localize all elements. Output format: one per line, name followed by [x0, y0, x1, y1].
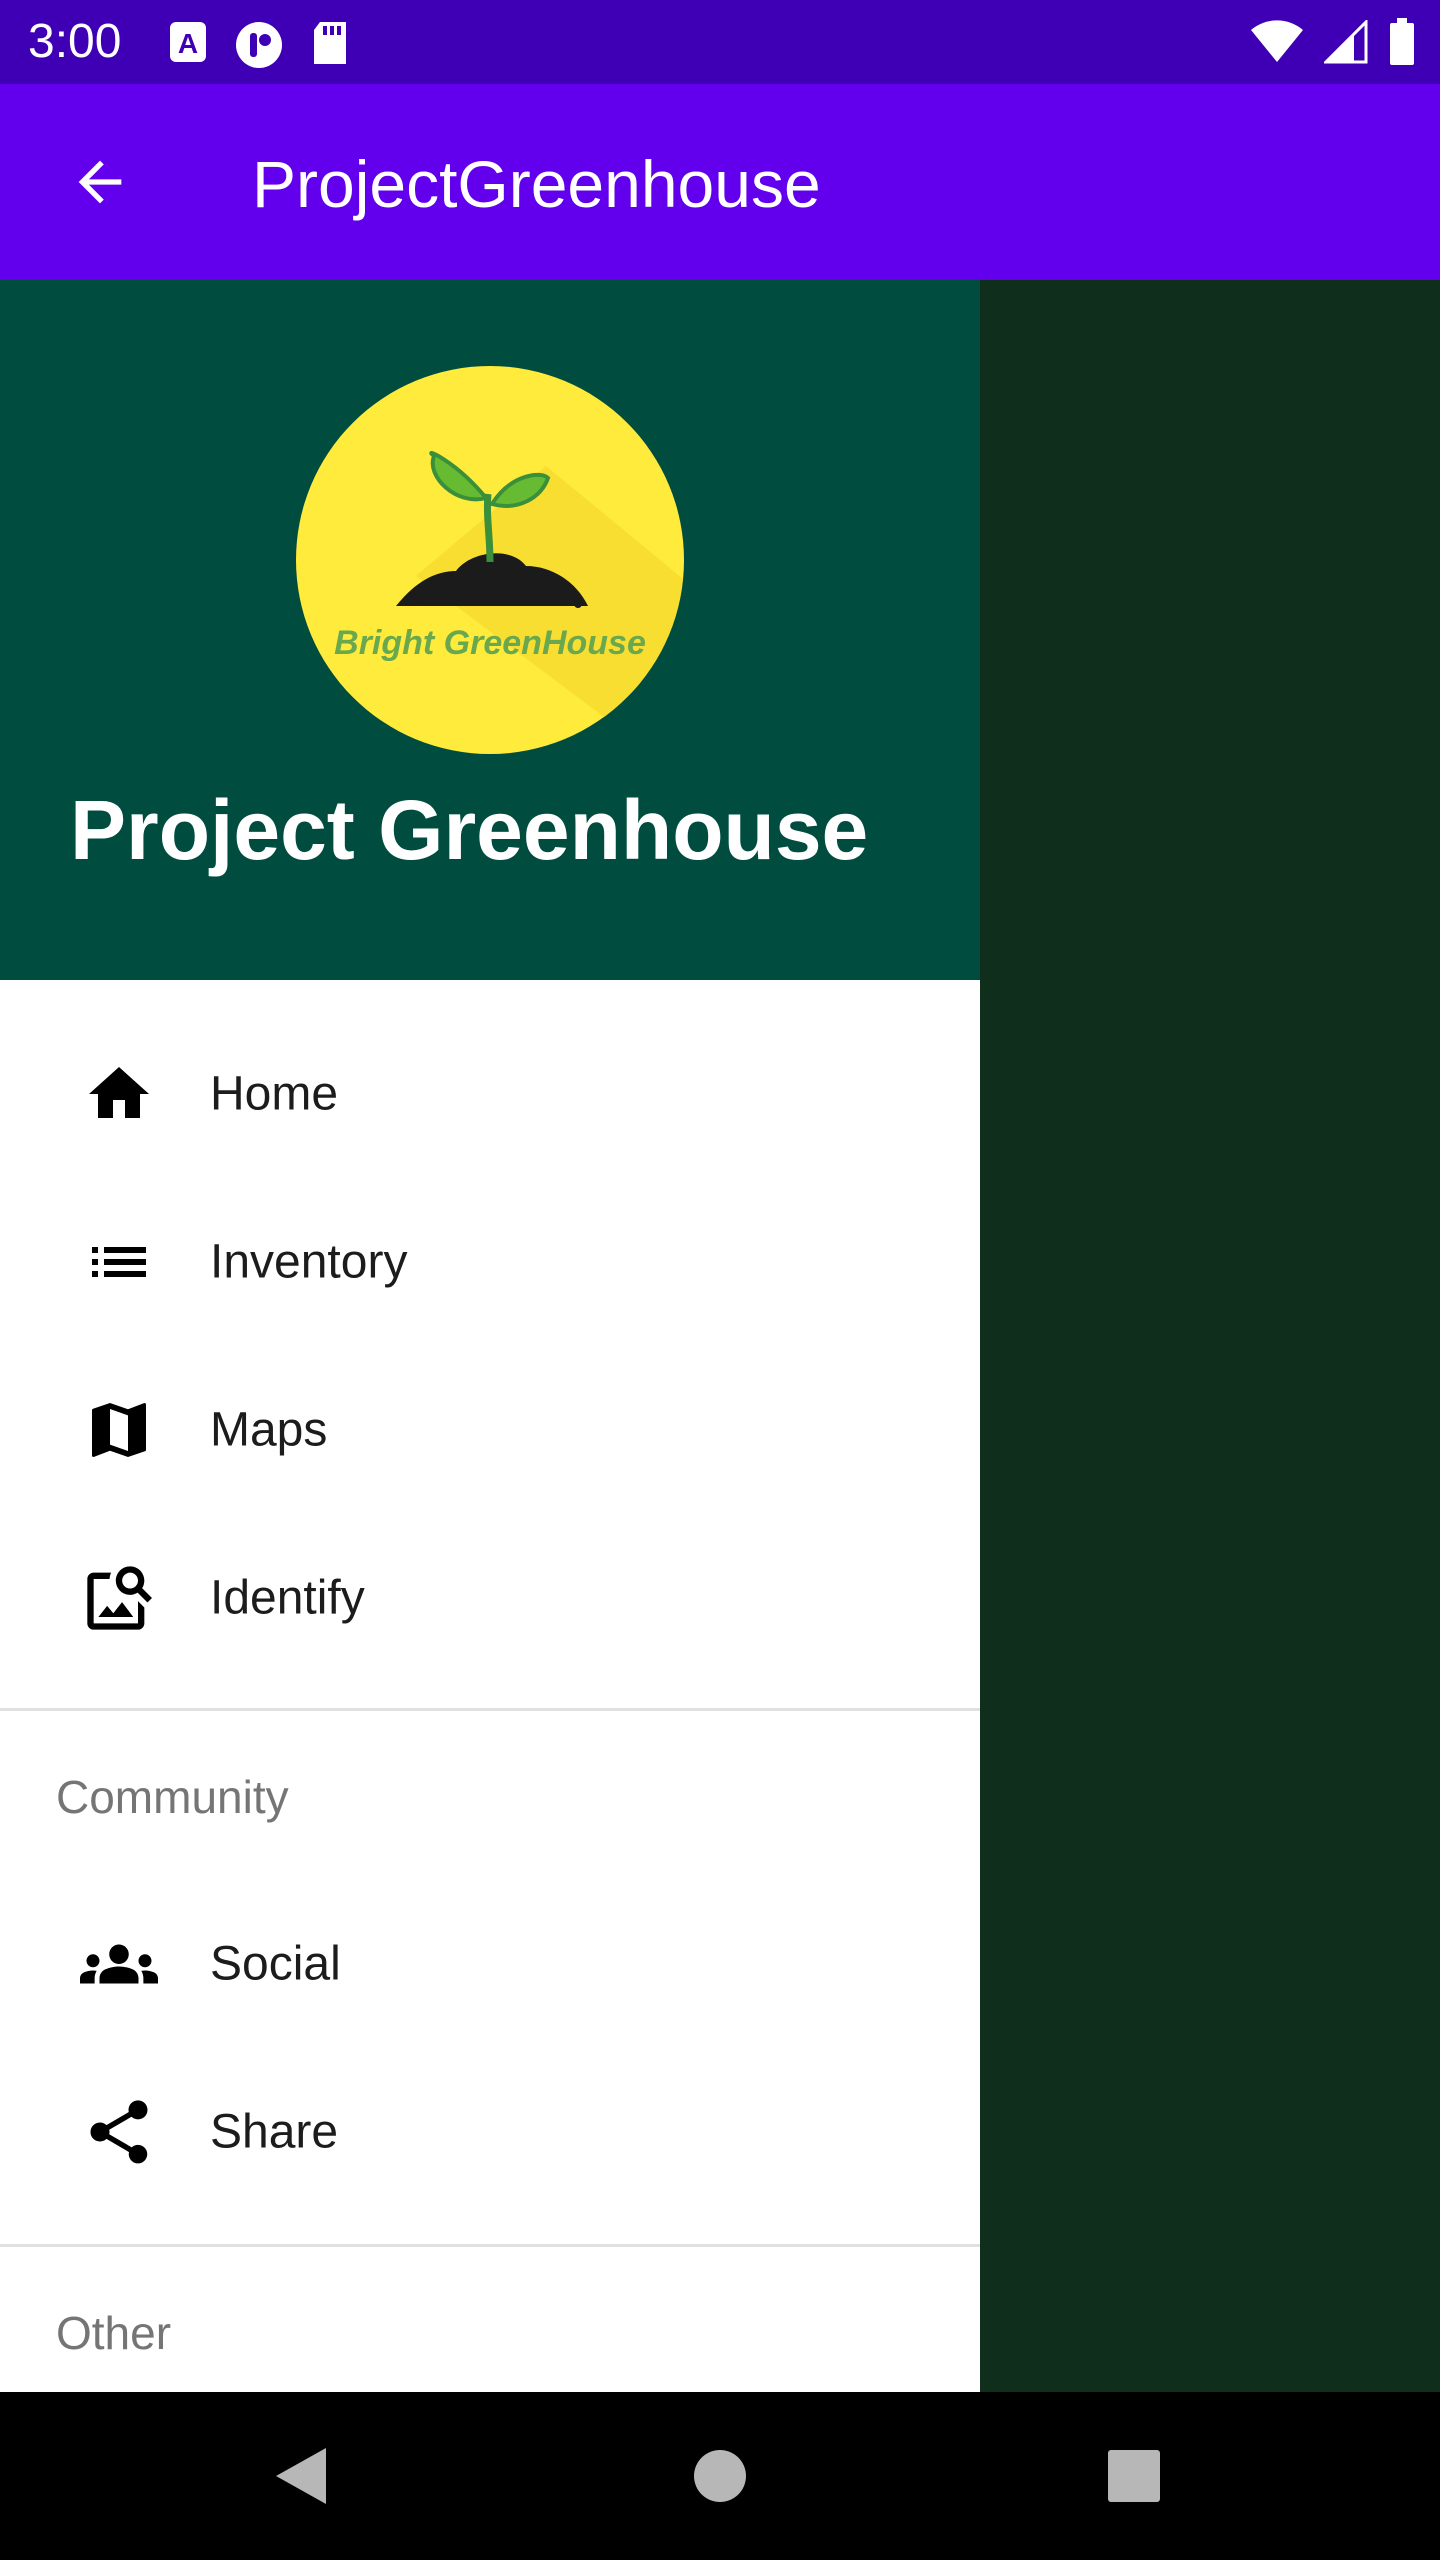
- home-icon: [80, 1055, 158, 1133]
- home-circle-icon: [694, 2450, 746, 2502]
- nav-item-label: Identify: [210, 1571, 365, 1625]
- status-notification-icons: A: [168, 20, 350, 75]
- divider: [0, 2244, 980, 2247]
- share-icon: [80, 2093, 158, 2171]
- drawer-header: Bright GreenHouse Project Greenhouse: [0, 280, 980, 980]
- system-nav-bar: [0, 2392, 1440, 2560]
- battery-icon: [1388, 18, 1416, 71]
- screen: 3:00 A ProjectGreenhouse Bright GreenHou…: [0, 0, 1440, 2560]
- app-logo: Bright GreenHouse: [296, 366, 684, 754]
- recents-square-icon: [1108, 2450, 1160, 2502]
- logo-text: Bright GreenHouse: [334, 624, 646, 662]
- nav-item-share[interactable]: Share: [0, 2048, 980, 2216]
- nav-back-button[interactable]: [248, 2424, 352, 2528]
- back-button[interactable]: [52, 134, 148, 230]
- nav-item-label: Social: [210, 1937, 341, 1991]
- list-icon: [80, 1223, 158, 1301]
- nav-home-button[interactable]: [668, 2424, 772, 2528]
- app-title: ProjectGreenhouse: [252, 147, 821, 221]
- section-header-community: Community: [56, 1771, 289, 1823]
- drawer-title: Project Greenhouse: [70, 783, 869, 877]
- sd-card-icon: [310, 20, 350, 75]
- svg-text:A: A: [178, 28, 198, 59]
- divider: [0, 1708, 980, 1711]
- arrow-back-icon: [78, 160, 122, 204]
- a-notification-icon: A: [168, 20, 208, 75]
- nav-item-identify[interactable]: Identify: [0, 1514, 980, 1682]
- navigation-drawer: Bright GreenHouse Project Greenhouse Hom…: [0, 280, 980, 2392]
- nav-item-label: Maps: [210, 1403, 328, 1457]
- status-time: 3:00: [28, 15, 122, 68]
- nav-item-label: Share: [210, 2105, 339, 2159]
- section-header-other: Other: [56, 2307, 172, 2359]
- image-search-icon: [80, 1559, 158, 1637]
- nav-recents-button[interactable]: [1082, 2424, 1186, 2528]
- nav-item-maps[interactable]: Maps: [0, 1346, 980, 1514]
- nav-item-home[interactable]: Home: [0, 1010, 980, 1178]
- nav-item-label: Inventory: [210, 1235, 408, 1289]
- nav-item-label: Home: [210, 1067, 339, 1121]
- status-system-icons: [1250, 18, 1416, 71]
- podcast-notification-icon: [234, 20, 284, 75]
- people-icon: [80, 1925, 158, 2003]
- cell-signal-icon: [1322, 18, 1368, 69]
- app-bar: ProjectGreenhouse: [0, 84, 1440, 280]
- nav-item-inventory[interactable]: Inventory: [0, 1178, 980, 1346]
- map-icon: [80, 1391, 158, 1469]
- status-bar: 3:00 A: [0, 0, 1440, 84]
- nav-item-social[interactable]: Social: [0, 1880, 980, 2048]
- back-triangle-icon: [276, 2448, 326, 2504]
- wifi-icon: [1250, 20, 1304, 69]
